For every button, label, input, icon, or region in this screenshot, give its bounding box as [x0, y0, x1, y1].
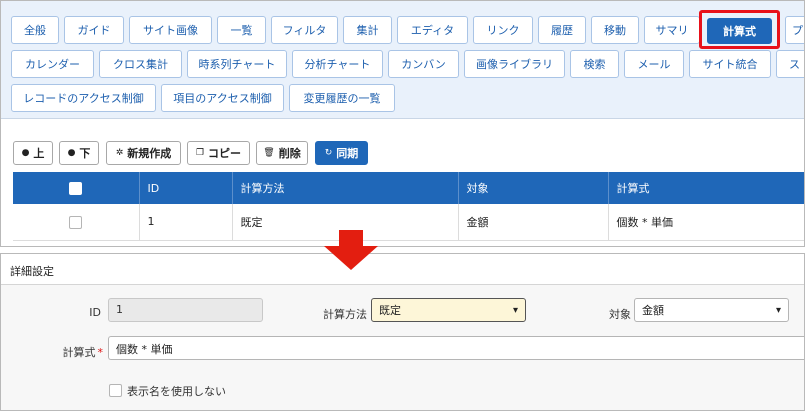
move-down-button[interactable]: ● 下	[59, 141, 99, 165]
grid-header-row: ID 計算方法 対象 計算式	[13, 172, 804, 204]
settings-tab-bar: 全般 ガイド サイト画像 一覧 フィルタ 集計 エディタ リンク 履歴 移動 サ…	[1, 1, 804, 119]
tab-filter[interactable]: フィルタ	[271, 16, 338, 44]
column-header-id[interactable]: ID	[139, 172, 233, 204]
tab-aggregation[interactable]: 集計	[343, 16, 392, 44]
tab-site-image[interactable]: サイト画像	[129, 16, 212, 44]
tab-column-access-control[interactable]: 項目のアクセス制御	[161, 84, 284, 112]
tab-summary[interactable]: サマリ	[644, 16, 700, 44]
row-formula: 個数 * 単価	[608, 204, 804, 241]
target-label: 対象	[609, 308, 631, 321]
tab-process[interactable]: プロ	[785, 16, 804, 44]
sync-button[interactable]: ↻ 同期	[315, 141, 368, 165]
tab-history[interactable]: 履歴	[538, 16, 586, 44]
method-select[interactable]: 既定 ▾	[371, 298, 526, 322]
row-select-cell	[13, 204, 140, 241]
method-label: 計算方法	[323, 308, 367, 321]
delete-button[interactable]: 🗑 削除	[256, 141, 308, 165]
column-header-formula[interactable]: 計算式	[608, 172, 804, 204]
formula-grid: ID 計算方法 対象 計算式 1 既定 金額 個数 * 単価	[13, 172, 804, 241]
tab-guide[interactable]: ガイド	[64, 16, 124, 44]
table-row[interactable]: 1 既定 金額 個数 * 単価	[13, 204, 804, 241]
row-target: 金額	[458, 204, 609, 241]
sync-icon: ↻	[324, 148, 333, 158]
tab-change-history-list[interactable]: 変更履歴の一覧	[289, 84, 395, 112]
move-up-button[interactable]: ● 上	[13, 141, 53, 165]
tab-kanban[interactable]: カンバン	[388, 50, 459, 78]
id-field: 1	[108, 298, 263, 322]
detail-settings-panel: 詳細設定 ID 1 計算方法 既定 ▾ 対象 金額 ▾ 計算式 * 個数 * 単価…	[0, 253, 805, 411]
select-all-header	[13, 172, 140, 204]
no-display-name-label: 表示名を使用しない	[127, 385, 226, 398]
tab-calendar[interactable]: カレンダー	[11, 50, 94, 78]
tab-record-access-control[interactable]: レコードのアクセス制御	[11, 84, 156, 112]
trash-icon: 🗑	[263, 148, 275, 158]
detail-settings-title: 詳細設定	[1, 254, 804, 285]
copy-icon: ❐	[195, 148, 205, 158]
row-id: 1	[139, 204, 233, 241]
target-select[interactable]: 金額 ▾	[634, 298, 789, 322]
site-settings-panel: 全般 ガイド サイト画像 一覧 フィルタ 集計 エディタ リンク 履歴 移動 サ…	[0, 0, 805, 247]
tab-general[interactable]: 全般	[11, 16, 59, 44]
tab-link[interactable]: リンク	[473, 16, 533, 44]
required-mark: *	[97, 346, 104, 359]
tab-formula[interactable]: 計算式	[707, 18, 772, 44]
tab-analysis-chart[interactable]: 分析チャート	[292, 50, 383, 78]
formula-input[interactable]: 個数 * 単価	[108, 336, 804, 360]
up-circle-icon: ●	[21, 148, 30, 158]
tab-search[interactable]: 検索	[570, 50, 619, 78]
down-arrow-icon	[324, 230, 378, 270]
select-all-checkbox[interactable]	[69, 181, 83, 195]
copy-button[interactable]: ❐ コピー	[187, 141, 250, 165]
id-label: ID	[89, 306, 101, 319]
tab-style[interactable]: ス	[776, 50, 804, 78]
no-display-name-checkbox[interactable]	[109, 384, 122, 397]
tab-site-integration[interactable]: サイト統合	[689, 50, 771, 78]
tab-editor[interactable]: エディタ	[397, 16, 468, 44]
tab-move[interactable]: 移動	[591, 16, 639, 44]
column-header-method[interactable]: 計算方法	[232, 172, 459, 204]
chevron-down-icon: ▾	[512, 304, 518, 316]
down-circle-icon: ●	[67, 148, 76, 158]
chevron-down-icon: ▾	[775, 304, 781, 316]
row-checkbox[interactable]	[69, 215, 83, 229]
gear-icon: ✲	[115, 148, 124, 158]
tab-image-library[interactable]: 画像ライブラリ	[464, 50, 565, 78]
tab-timeseries-chart[interactable]: 時系列チャート	[187, 50, 287, 78]
tab-list[interactable]: 一覧	[217, 16, 266, 44]
tab-crosstab[interactable]: クロス集計	[99, 50, 182, 78]
tab-mail[interactable]: メール	[624, 50, 684, 78]
create-button[interactable]: ✲ 新規作成	[106, 141, 181, 165]
formula-label: 計算式 *	[62, 346, 104, 359]
column-header-target[interactable]: 対象	[458, 172, 609, 204]
